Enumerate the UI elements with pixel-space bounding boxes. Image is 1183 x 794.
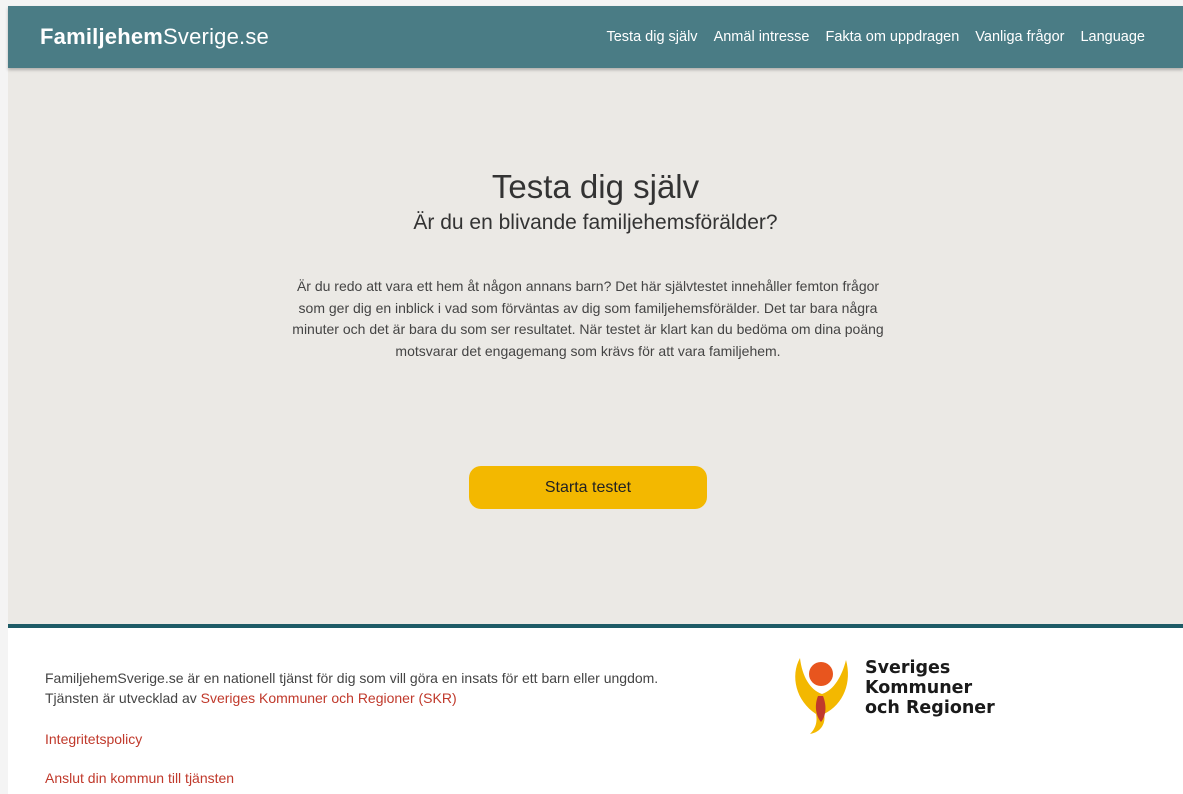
site-header: FamiljehemSverige.se Testa dig själv Anm…	[8, 6, 1183, 68]
nav-item-language[interactable]: Language	[1080, 29, 1145, 45]
logo-bold-text: Familjehem	[40, 24, 164, 49]
nav-item-anmal-intresse[interactable]: Anmäl intresse	[714, 29, 810, 45]
skr-logo-line: Kommuner	[865, 678, 973, 698]
privacy-policy-link[interactable]: Integritetspolicy	[45, 731, 142, 747]
main-nav: Testa dig själv Anmäl intresse Fakta om …	[590, 29, 1145, 45]
site-footer: FamiljehemSverige.se är en nationell tjä…	[8, 628, 1183, 794]
footer-description-line1: FamiljehemSverige.se är en nationell tjä…	[45, 670, 659, 686]
skr-logo-line: Sveriges	[865, 658, 951, 678]
logo-light-text: Sverige.se	[163, 24, 269, 49]
nav-item-testa-dig-sjalv[interactable]: Testa dig själv	[606, 29, 697, 45]
footer-description-prefix: Tjänsten är utvecklad av	[45, 690, 201, 706]
page-subtitle: Är du en blivande familjehemsförälder?	[413, 211, 778, 234]
skr-emblem-icon	[795, 658, 848, 734]
window-edge	[0, 0, 8, 794]
join-municipality-link[interactable]: Anslut din kommun till tjänsten	[45, 770, 234, 786]
skr-logo[interactable]: Sveriges Kommuner och Regioner	[788, 646, 1028, 736]
start-test-button[interactable]: Starta testet	[469, 466, 707, 509]
nav-item-fakta-om-uppdragen[interactable]: Fakta om uppdragen	[825, 29, 959, 45]
intro-text: Är du redo att vara ett hem åt någon ann…	[292, 278, 884, 359]
skr-link[interactable]: Sveriges Kommuner och Regioner (SKR)	[201, 690, 457, 706]
footer-description: FamiljehemSverige.se är en nationell tjä…	[45, 668, 765, 708]
hero-section: Testa dig själv Är du en blivande familj…	[8, 68, 1183, 624]
site-logo[interactable]: FamiljehemSverige.se	[40, 24, 269, 50]
nav-item-vanliga-fragor[interactable]: Vanliga frågor	[975, 29, 1064, 45]
skr-logo-line: och Regioner	[865, 698, 995, 718]
page-title: Testa dig själv	[491, 168, 700, 205]
skr-logo-text: Sveriges Kommuner och Regioner	[865, 658, 995, 718]
